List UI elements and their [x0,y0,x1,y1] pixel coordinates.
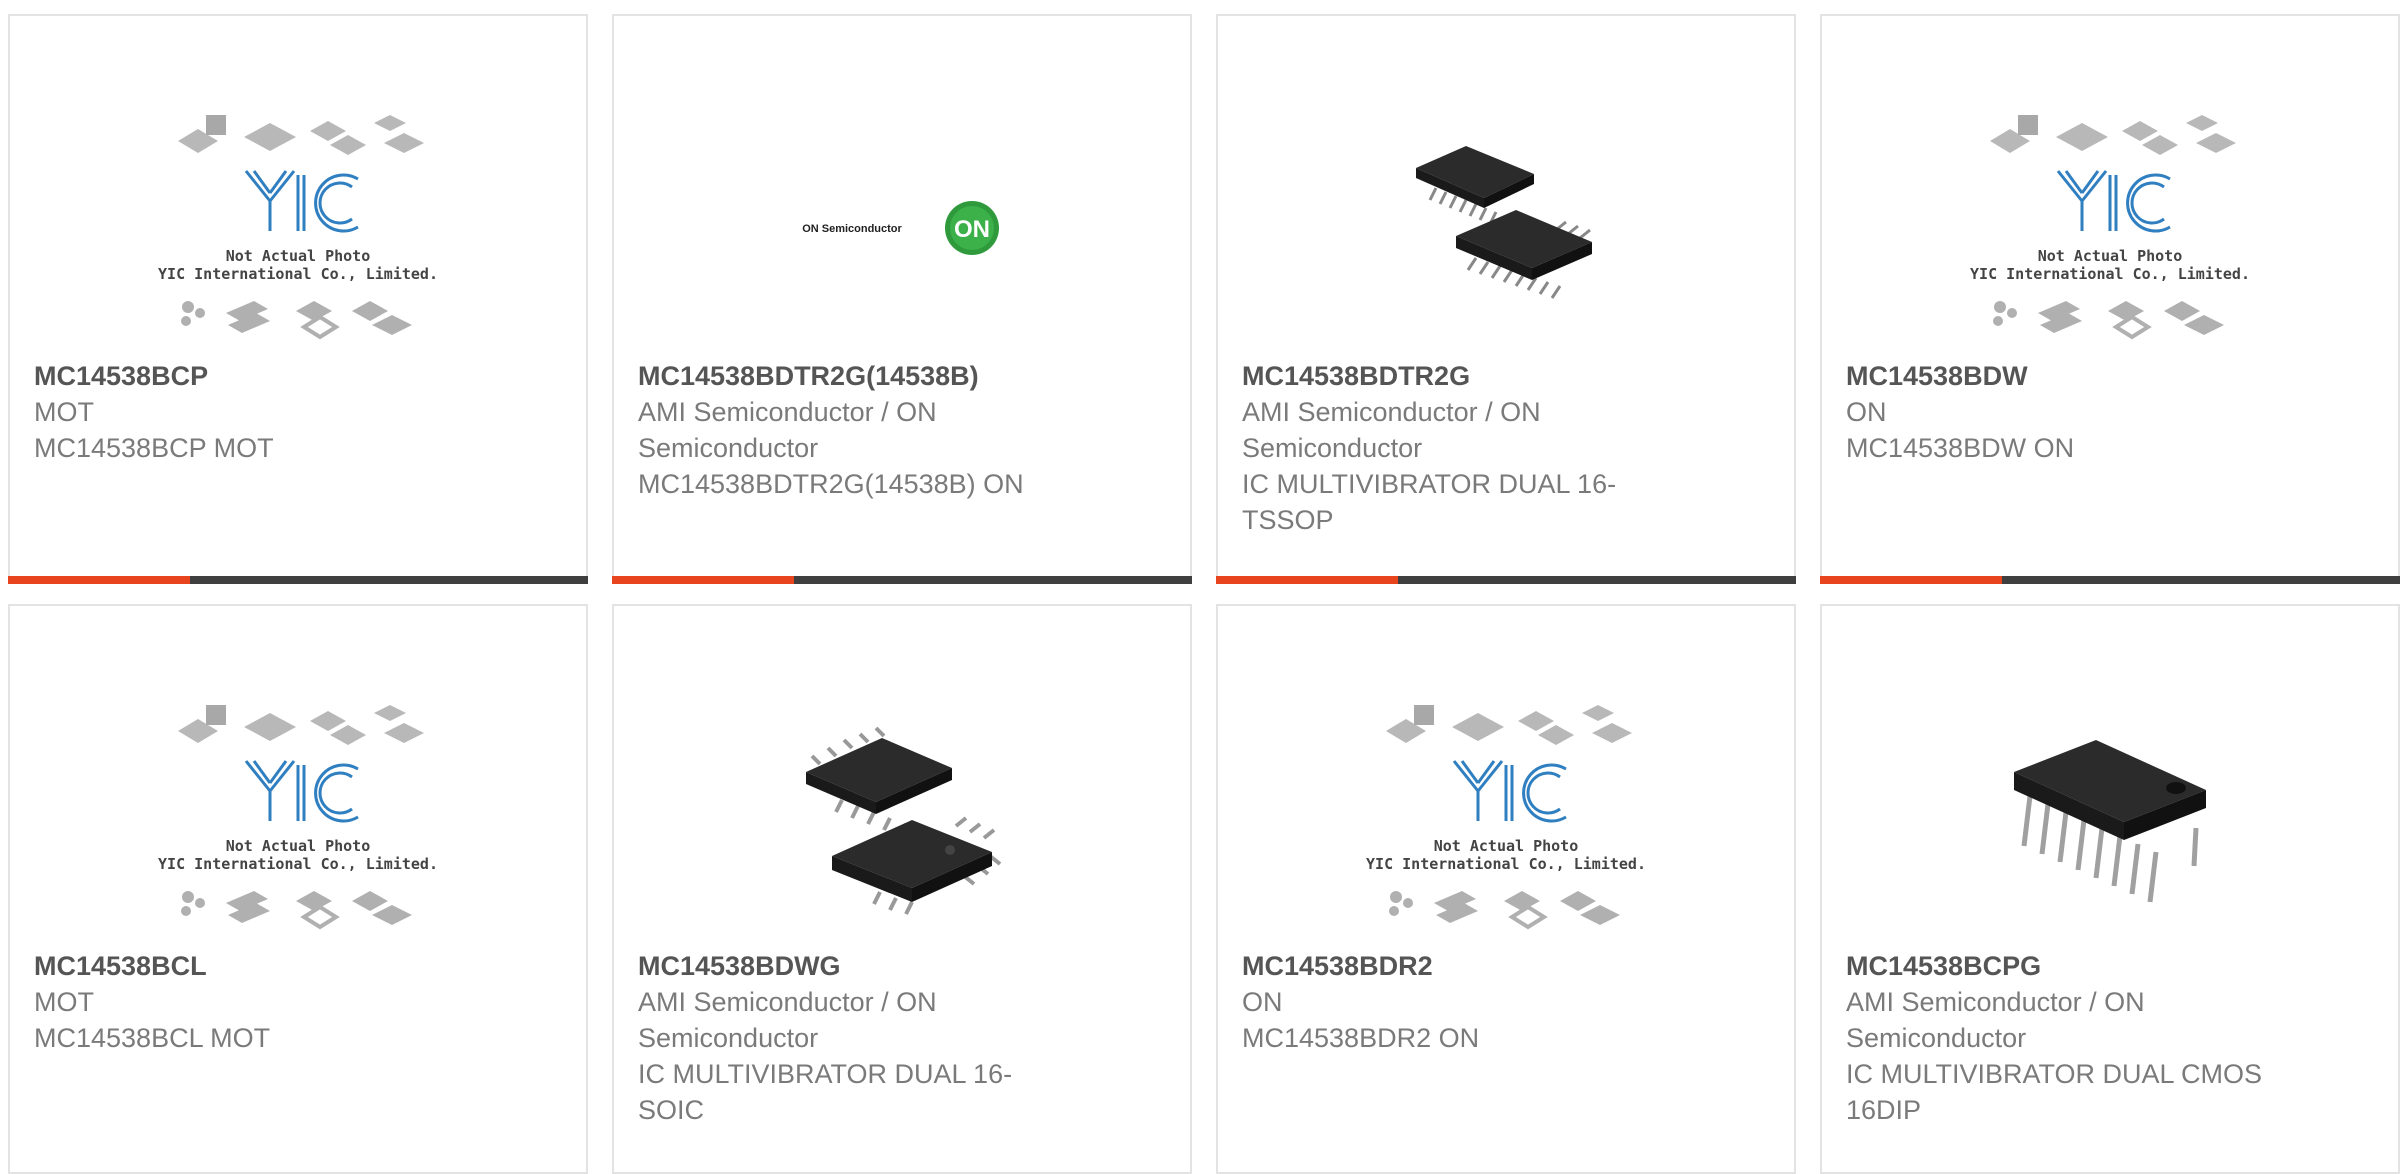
description: IC MULTIVIBRATOR DUAL 16-TSSOP [1242,469,1617,535]
product-info: MC14538BDTR2G(14538B) AMI Semiconductor … [638,358,1058,502]
placeholder-caption-line1: Not Actual Photo [2038,247,2183,265]
product-card[interactable]: MC14538BCPG AMI Semiconductor / ON Semic… [1820,604,2400,1174]
part-number[interactable]: MC14538BDTR2G(14538B) [638,358,1058,394]
product-image[interactable]: Not Actual Photo YIC International Co., … [1218,681,1794,951]
yic-placeholder-image: Not Actual Photo YIC International Co., … [158,115,438,340]
product-image[interactable]: Not Actual Photo YIC International Co., … [1822,91,2398,361]
description: MC14538BDTR2G(14538B) ON [638,469,1024,499]
product-image[interactable] [614,681,1190,951]
product-info: MC14538BDR2 ON MC14538BDR2 ON [1242,948,1662,1056]
product-info: MC14538BDWG AMI Semiconductor / ON Semic… [638,948,1058,1128]
product-image[interactable] [1218,91,1794,361]
product-image[interactable] [1822,681,2398,951]
card-bottom-bar [612,576,1192,584]
description: IC MULTIVIBRATOR DUAL CMOS 16DIP [1846,1059,2263,1125]
product-card[interactable]: Not Actual Photo YIC International Co., … [8,14,588,584]
product-image[interactable]: ON Semiconductor ON [614,91,1190,361]
part-number[interactable]: MC14538BDWG [638,948,1058,984]
soic-chip-image [806,726,1002,915]
description: MC14538BDR2 ON [1242,1023,1480,1053]
product-info: MC14538BCL MOT MC14538BCL MOT [34,948,454,1056]
card-bottom-bar [1820,576,2400,584]
part-number[interactable]: MC14538BCPG [1846,948,2266,984]
manufacturer: MOT [34,987,94,1017]
product-info: MC14538BDTR2G AMI Semiconductor / ON Sem… [1242,358,1662,538]
product-card[interactable]: Not Actual Photo YIC International Co., … [8,604,588,1174]
placeholder-caption-line2: YIC International Co., Limited. [158,265,438,283]
product-info: MC14538BCP MOT MC14538BCP MOT [34,358,454,466]
product-card[interactable]: Not Actual Photo YIC International Co., … [1216,604,1796,1174]
product-card[interactable]: ON Semiconductor ON MC14538BDTR2G(14538B… [612,14,1192,584]
tssop-chip-image [1416,146,1592,299]
part-number[interactable]: MC14538BCP [34,358,454,394]
card-bottom-bar [8,576,588,584]
card-accent [612,576,794,584]
description: IC MULTIVIBRATOR DUAL 16-SOIC [638,1059,1013,1125]
manufacturer: MOT [34,397,94,427]
part-number[interactable]: MC14538BDW [1846,358,2266,394]
yic-placeholder-image: Not Actual Photo YIC International Co., … [1970,115,2250,340]
card-bottom-bar [1216,576,1796,584]
dip-chip-image [2014,740,2206,903]
on-semiconductor-logo: ON Semiconductor ON [802,201,999,255]
placeholder-caption-line1: Not Actual Photo [226,837,371,855]
manufacturer: AMI Semiconductor / ON Semiconductor [638,397,937,463]
part-number[interactable]: MC14538BDR2 [1242,948,1662,984]
product-image[interactable]: Not Actual Photo YIC International Co., … [10,91,586,361]
placeholder-caption-line2: YIC International Co., Limited. [1366,855,1646,873]
card-accent [8,576,190,584]
yic-placeholder-image: Not Actual Photo YIC International Co., … [1366,705,1646,930]
card-accent [1820,576,2002,584]
logo-text: ON Semiconductor [802,223,902,235]
placeholder-caption-line1: Not Actual Photo [1434,837,1579,855]
product-info: MC14538BDW ON MC14538BDW ON [1846,358,2266,466]
manufacturer: AMI Semiconductor / ON Semiconductor [1846,987,2145,1053]
description: MC14538BCL MOT [34,1023,271,1053]
card-accent [1216,576,1398,584]
product-info: MC14538BCPG AMI Semiconductor / ON Semic… [1846,948,2266,1128]
manufacturer: ON [1846,397,1887,427]
manufacturer: AMI Semiconductor / ON Semiconductor [1242,397,1541,463]
description: MC14538BDW ON [1846,433,2075,463]
description: MC14538BCP MOT [34,433,274,463]
product-card[interactable]: MC14538BDWG AMI Semiconductor / ON Semic… [612,604,1192,1174]
product-card[interactable]: MC14538BDTR2G AMI Semiconductor / ON Sem… [1216,14,1796,584]
placeholder-caption-line2: YIC International Co., Limited. [1970,265,2250,283]
manufacturer: AMI Semiconductor / ON Semiconductor [638,987,937,1053]
part-number[interactable]: MC14538BDTR2G [1242,358,1662,394]
placeholder-caption-line1: Not Actual Photo [226,247,371,265]
logo-badge: ON [954,216,990,243]
product-card[interactable]: Not Actual Photo YIC International Co., … [1820,14,2400,584]
placeholder-caption-line2: YIC International Co., Limited. [158,855,438,873]
part-number[interactable]: MC14538BCL [34,948,454,984]
product-image[interactable]: Not Actual Photo YIC International Co., … [10,681,586,951]
yic-placeholder-image: Not Actual Photo YIC International Co., … [158,705,438,930]
product-grid: Not Actual Photo YIC International Co., … [8,14,2400,1174]
manufacturer: ON [1242,987,1283,1017]
